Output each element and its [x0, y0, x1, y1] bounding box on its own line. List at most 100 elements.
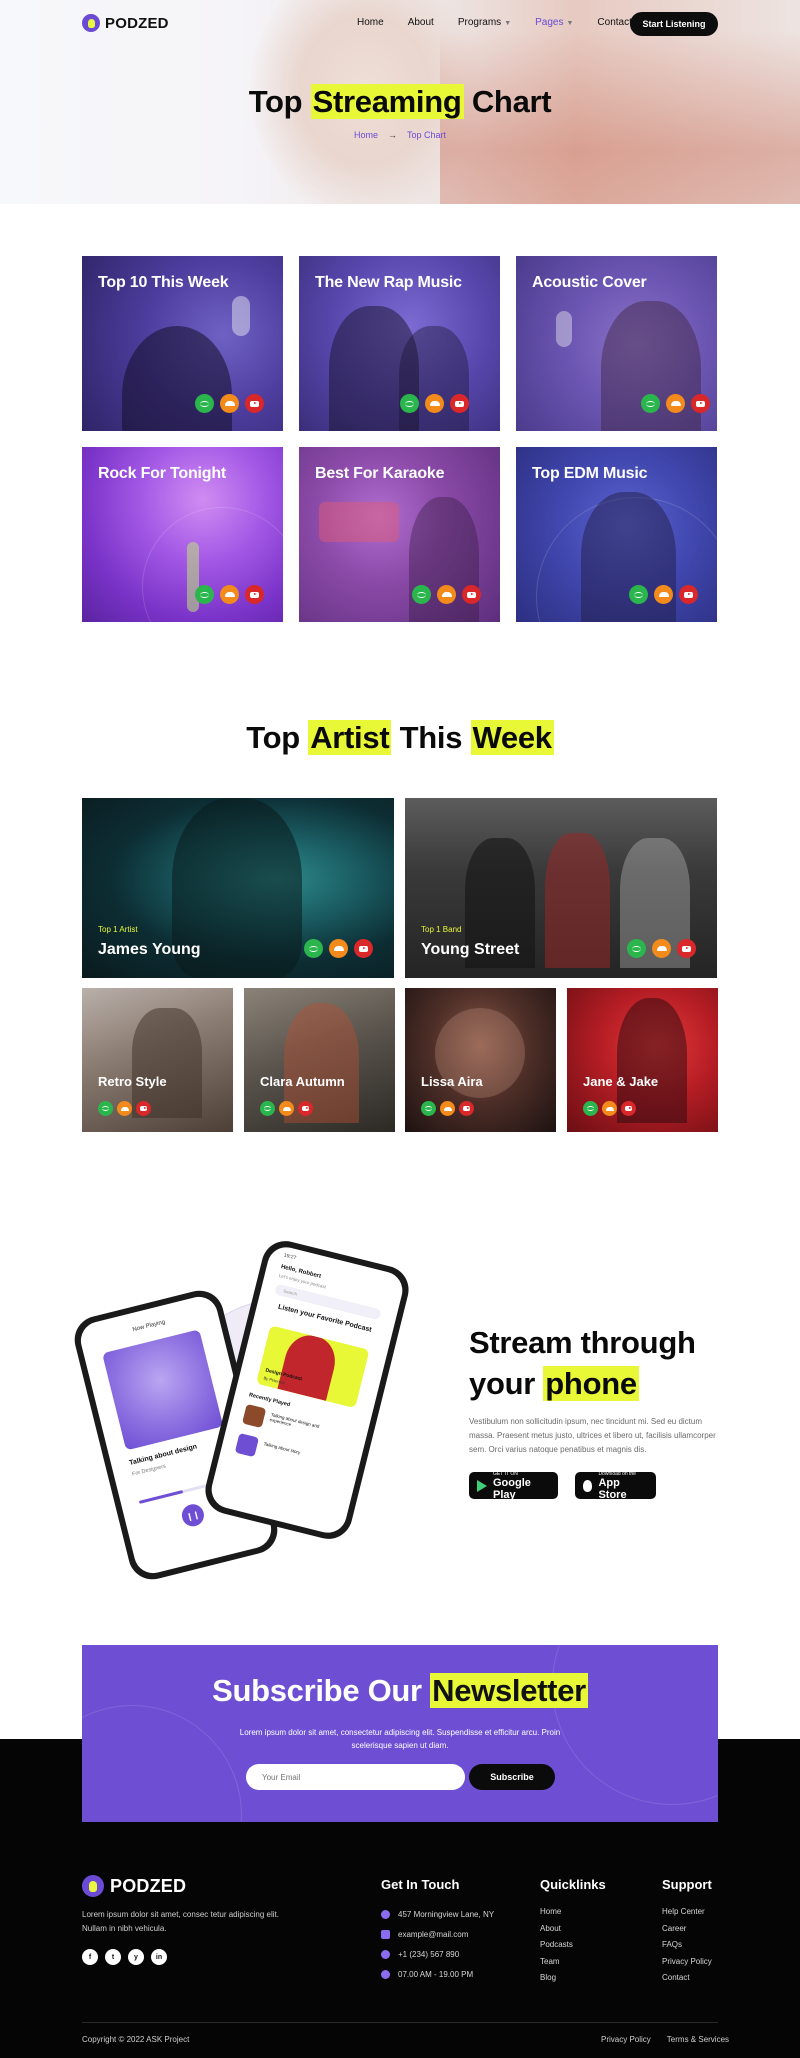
subscribe-button[interactable]: Subscribe — [469, 1764, 555, 1790]
spotify-icon[interactable] — [583, 1101, 598, 1116]
playlist-title: Rock For Tonight — [98, 465, 227, 482]
soundcloud-icon[interactable] — [652, 939, 671, 958]
quicklink-item[interactable]: Team — [540, 1954, 573, 1971]
facebook-icon[interactable]: f — [82, 1949, 98, 1965]
spotify-icon[interactable] — [412, 585, 431, 604]
soundcloud-icon[interactable] — [117, 1101, 132, 1116]
artist-card[interactable]: Jane & Jake — [567, 988, 718, 1132]
spotify-icon[interactable] — [421, 1101, 436, 1116]
google-play-text: GET IT ON Google Play — [493, 1471, 550, 1501]
playlist-card[interactable]: The New Rap Music — [299, 256, 500, 431]
youtube-icon[interactable] — [462, 585, 481, 604]
youtube-icon[interactable] — [354, 939, 373, 958]
quicklink-item[interactable]: Podcasts — [540, 1937, 573, 1954]
playlist-card[interactable]: Top EDM Music — [516, 447, 717, 622]
podcast-card[interactable]: Design Podcast By Peterson — [256, 1325, 370, 1409]
artist-card-featured[interactable]: Top 1 Band Young Street — [405, 798, 717, 978]
soundcloud-icon[interactable] — [425, 394, 444, 413]
support-item[interactable]: FAQs — [662, 1937, 712, 1954]
artist-name: Retro Style — [98, 1074, 167, 1089]
contact-hours: 07.00 AM - 19.00 PM — [381, 1964, 494, 1984]
playlist-links — [641, 394, 710, 413]
app-store-button[interactable]: Download on the App Store — [575, 1471, 656, 1501]
quicklink-item[interactable]: Home — [540, 1904, 573, 1921]
nav-home[interactable]: Home — [357, 17, 384, 28]
youtube-icon[interactable] — [459, 1101, 474, 1116]
youtube-icon[interactable] — [621, 1101, 636, 1116]
recent-item-2[interactable]: Talking about story — [263, 1441, 332, 1463]
spotify-icon[interactable] — [641, 394, 660, 413]
linkedin-icon[interactable]: in — [151, 1949, 167, 1965]
soundcloud-icon[interactable] — [654, 585, 673, 604]
spotify-icon[interactable] — [304, 939, 323, 958]
playlist-card[interactable]: Top 10 This Week — [82, 256, 283, 431]
artist-rank: Top 1 Band — [421, 925, 462, 934]
youtube-icon[interactable] — [245, 394, 264, 413]
privacy-policy-link[interactable]: Privacy Policy — [601, 2035, 651, 2044]
start-listening-button[interactable]: Start Listening — [630, 12, 718, 36]
soundcloud-icon[interactable] — [279, 1101, 294, 1116]
twitter-icon[interactable]: t — [105, 1949, 121, 1965]
brand-logo[interactable]: PODZED — [82, 14, 169, 32]
spotify-icon[interactable] — [260, 1101, 275, 1116]
terms-link[interactable]: Terms & Services — [667, 2035, 729, 2044]
contact-phone[interactable]: +1 (234) 567 890 — [381, 1944, 494, 1964]
artist-name: Lissa Aira — [421, 1074, 483, 1089]
spotify-icon[interactable] — [195, 394, 214, 413]
spotify-icon[interactable] — [195, 585, 214, 604]
playlist-title: Top 10 This Week — [98, 274, 229, 291]
youtube-icon[interactable]: y — [128, 1949, 144, 1965]
chevron-down-icon: ▼ — [566, 20, 574, 27]
support-item[interactable]: Privacy Policy — [662, 1954, 712, 1971]
soundcloud-icon[interactable] — [220, 585, 239, 604]
youtube-icon[interactable] — [677, 939, 696, 958]
newsletter-heading: Subscribe Our Newsletter — [82, 1673, 718, 1709]
spotify-icon[interactable] — [98, 1101, 113, 1116]
quicklink-item[interactable]: About — [540, 1921, 573, 1938]
artist-card-featured[interactable]: Top 1 Artist James Young — [82, 798, 394, 978]
playlist-card[interactable]: Rock For Tonight — [82, 447, 283, 622]
playlist-card[interactable]: Acoustic Cover — [516, 256, 717, 431]
artist-links — [421, 1101, 474, 1116]
nav-programs[interactable]: Programs ▼ — [458, 17, 511, 28]
playlist-card[interactable]: Best For Karaoke — [299, 447, 500, 622]
nav-about[interactable]: About — [408, 17, 434, 28]
youtube-icon[interactable] — [679, 585, 698, 604]
artist-card[interactable]: Lissa Aira — [405, 988, 556, 1132]
playlist-title: Best For Karaoke — [315, 465, 445, 482]
contact-email[interactable]: example@mail.com — [381, 1924, 494, 1944]
recent-item-1[interactable]: Talking about design and experience — [269, 1412, 339, 1439]
artist-links — [583, 1101, 636, 1116]
support-item[interactable]: Career — [662, 1921, 712, 1938]
nav-pages[interactable]: Pages ▼ — [535, 17, 573, 28]
rapper-silhouette — [399, 326, 469, 431]
soundcloud-icon[interactable] — [220, 394, 239, 413]
quicklink-item[interactable]: Blog — [540, 1970, 573, 1987]
youtube-icon[interactable] — [298, 1101, 313, 1116]
breadcrumb-home[interactable]: Home — [354, 130, 378, 140]
youtube-icon[interactable] — [450, 394, 469, 413]
soundcloud-icon[interactable] — [602, 1101, 617, 1116]
spotify-icon[interactable] — [400, 394, 419, 413]
artist-card[interactable]: Retro Style — [82, 988, 233, 1132]
copyright: Copyright © 2022 ASK Project — [82, 2035, 190, 2044]
soundcloud-icon[interactable] — [440, 1101, 455, 1116]
youtube-icon[interactable] — [245, 585, 264, 604]
support-item[interactable]: Contact — [662, 1970, 712, 1987]
support-item[interactable]: Help Center — [662, 1904, 712, 1921]
footer-logo[interactable]: PODZED — [82, 1875, 186, 1897]
spotify-icon[interactable] — [627, 939, 646, 958]
soundcloud-icon[interactable] — [329, 939, 348, 958]
nav-contact[interactable]: Contact — [597, 17, 631, 28]
google-play-button[interactable]: GET IT ON Google Play — [469, 1471, 558, 1501]
soundcloud-icon[interactable] — [666, 394, 685, 413]
spotify-icon[interactable] — [629, 585, 648, 604]
artist-card[interactable]: Clara Autumn — [244, 988, 395, 1132]
breadcrumb-current: Top Chart — [406, 130, 447, 140]
play-button[interactable]: ❙❙ — [179, 1501, 207, 1529]
soundcloud-icon[interactable] — [437, 585, 456, 604]
email-input[interactable] — [246, 1764, 465, 1790]
newsletter-banner: Subscribe Our Newsletter Lorem ipsum dol… — [82, 1645, 718, 1822]
youtube-icon[interactable] — [136, 1101, 151, 1116]
youtube-icon[interactable] — [691, 394, 710, 413]
